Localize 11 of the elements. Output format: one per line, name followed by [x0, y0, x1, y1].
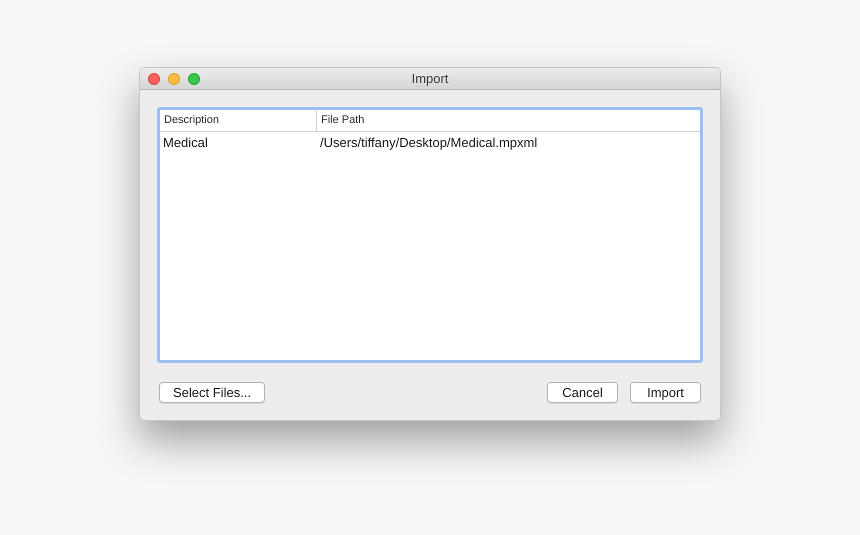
- table-cell-text: Medical: [162, 134, 209, 152]
- zoom-icon[interactable]: [188, 72, 200, 84]
- window-title: Import: [412, 70, 448, 88]
- column-header[interactable]: Description: [160, 110, 317, 131]
- close-icon[interactable]: [148, 72, 160, 84]
- dialog-button[interactable]: Cancel: [547, 382, 618, 403]
- dialog-button[interactable]: Import: [630, 382, 701, 403]
- dialog-button[interactable]: Select Files...: [159, 382, 266, 403]
- column-header[interactable]: File Path: [317, 110, 700, 131]
- table-cell-text: /Users/tiffany/Desktop/Medical.mpxml: [319, 134, 538, 152]
- minimize-icon[interactable]: [168, 72, 180, 84]
